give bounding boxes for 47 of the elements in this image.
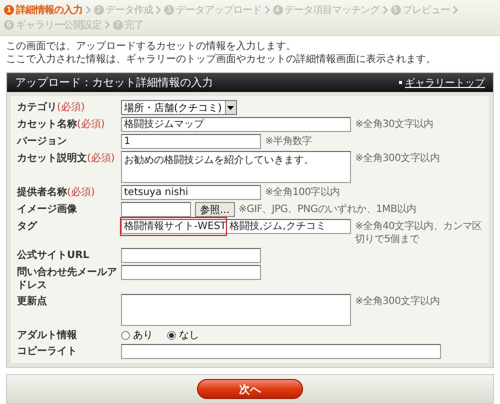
field-label: タグ <box>17 220 38 233</box>
chevron-icon <box>264 6 270 14</box>
bullet-icon <box>399 81 402 84</box>
intro-text: この画面では、アップロードするカセットの情報を入力します。 <box>6 40 297 53</box>
radio-label: なし <box>179 329 199 342</box>
radio-label: あり <box>133 329 153 342</box>
field-note: ※全角30文字以内 <box>355 118 434 131</box>
file-field[interactable] <box>121 202 191 217</box>
next-button[interactable]: 次へ <box>197 379 303 399</box>
field-note: ※全角100字以内 <box>265 186 340 199</box>
field-label: イメージ画像 <box>17 202 78 216</box>
field-label: コピーライト <box>17 344 78 358</box>
field-label: カセット説明文(必須) <box>17 152 116 165</box>
text-field[interactable]: 1 <box>121 134 261 149</box>
text-field[interactable]: 格闘情報サイト-WEST 格闘技,ジム,クチコミ <box>121 219 351 234</box>
text-field[interactable] <box>121 344 441 359</box>
text-field[interactable] <box>121 265 261 280</box>
field-label: カセット名称(必須) <box>17 118 106 131</box>
field-note: ※全角40文字以内、カンマ区切りで5個まで <box>355 220 483 246</box>
field-label: 問い合わせ先メールアドレス <box>17 266 118 292</box>
intro-text: ここで入力された情報は、ギャラリーのトップ画面やカセットの詳細情報画面に表示されます。 <box>6 53 437 66</box>
field-label: バージョン <box>17 135 68 148</box>
field-label: 提供者名称(必須) <box>17 186 96 199</box>
field-label: アダルト情報 <box>17 328 78 342</box>
radio-option[interactable]: なし <box>167 328 199 342</box>
text-area[interactable] <box>121 294 351 326</box>
field-note: ※全角300文字以内 <box>355 152 440 165</box>
field-note: ※GIF、JPG、PNGのいずれか、1MB以内 <box>238 202 416 216</box>
field-label: 更新点 <box>17 294 48 308</box>
radio-option[interactable]: あり <box>121 328 153 342</box>
gallery-top-link[interactable]: ギャラリートップ <box>405 76 485 90</box>
field-label: カテゴリ(必須) <box>17 100 86 114</box>
text-field[interactable]: 格闘技ジムマップ <box>121 117 351 132</box>
category-select[interactable]: 場所・店舗(クチコミ) <box>121 100 237 115</box>
field-label: 公式サイトURL <box>17 248 90 262</box>
browse-button[interactable]: 参照... <box>195 202 235 217</box>
chevron-icon <box>86 6 90 14</box>
chevron-icon <box>382 6 388 14</box>
panel-title: アップロード：カセット詳細情報の入力 <box>15 75 213 90</box>
text-area[interactable]: お勧めの格闘技ジムを紹介していきます。 <box>121 151 351 183</box>
chevron-icon <box>104 21 110 29</box>
text-field[interactable]: tetsuya nishi <box>121 185 261 200</box>
field-note: ※全角300文字以内 <box>355 294 440 308</box>
text-field[interactable] <box>121 248 261 263</box>
field-note: ※半角数字 <box>265 134 312 148</box>
chevron-icon <box>453 6 458 14</box>
chevron-icon <box>156 6 161 14</box>
